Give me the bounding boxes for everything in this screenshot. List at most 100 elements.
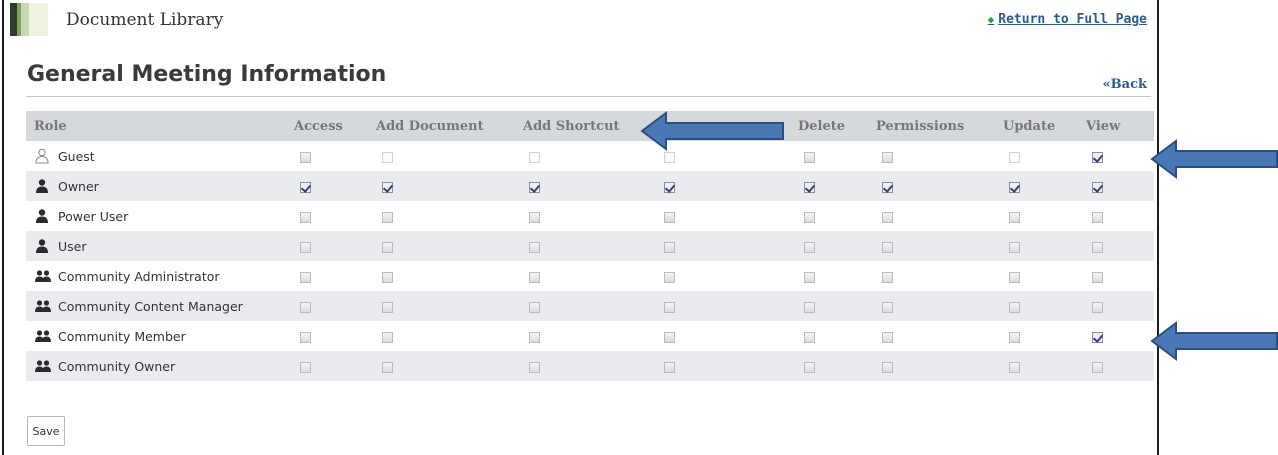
permission-checkbox[interactable] [882,241,893,253]
permission-checkbox[interactable] [300,271,311,283]
permission-checkbox[interactable] [664,331,675,343]
permission-checkbox[interactable] [382,271,393,283]
permission-checkbox[interactable] [882,151,893,163]
permission-checkbox[interactable] [1092,241,1103,253]
permission-checkbox[interactable] [882,271,893,283]
permission-cell [790,201,868,231]
permission-checkbox[interactable] [882,211,893,223]
permission-checkbox[interactable] [804,301,815,313]
column-header: Role [26,111,286,141]
permission-checkbox[interactable] [529,271,540,283]
permission-checkbox[interactable] [1009,331,1020,343]
permission-checkbox[interactable] [382,181,393,193]
permission-checkbox[interactable] [300,241,311,253]
group-icon [34,358,51,374]
permission-checkbox[interactable] [529,211,540,223]
permission-checkbox[interactable] [804,181,815,193]
permission-cell [868,291,995,321]
permission-checkbox[interactable] [804,241,815,253]
portlet-frame: Document Library ◆ Return to Full Page G… [2,0,1159,455]
permission-cell [650,171,790,201]
permission-checkbox[interactable] [804,361,815,373]
permissions-table: Role Access Add Document Add Shortcut De… [26,111,1154,381]
permission-checkbox[interactable] [300,151,311,163]
permission-cell [515,291,650,321]
table-row: Guest [26,141,1154,171]
permission-checkbox[interactable] [529,301,540,313]
permission-checkbox[interactable] [382,331,393,343]
permission-cell [1078,171,1154,201]
role-name: Power User [58,208,129,224]
role-cell: Owner [26,171,286,201]
permission-checkbox[interactable] [804,151,815,163]
permission-checkbox[interactable] [882,361,893,373]
permission-checkbox[interactable] [1009,271,1020,283]
role-cell: User [26,231,286,261]
role-cell: Community Content Manager [26,291,286,321]
permission-checkbox[interactable] [529,361,540,373]
permission-checkbox[interactable] [882,331,893,343]
role-cell: Power User [26,201,286,231]
permission-checkbox[interactable] [300,361,311,373]
permission-checkbox[interactable] [300,181,311,193]
permission-checkbox[interactable] [300,331,311,343]
role-cell: Guest [26,141,286,171]
permission-checkbox[interactable] [1009,241,1020,253]
column-header: View [1078,111,1154,141]
permission-checkbox[interactable] [1092,211,1103,223]
permission-checkbox[interactable] [882,181,893,193]
permission-checkbox[interactable] [529,241,540,253]
permission-checkbox[interactable] [1092,301,1103,313]
permission-cell [650,351,790,381]
permission-checkbox[interactable] [382,241,393,253]
role-cell: Community Owner [26,351,286,381]
permission-checkbox[interactable] [300,301,311,313]
permission-checkbox[interactable] [382,361,393,373]
permission-cell [995,321,1078,351]
permission-checkbox[interactable] [664,361,675,373]
permission-checkbox[interactable] [1009,361,1020,373]
permission-checkbox[interactable] [1009,181,1020,193]
role-name: Community Member [58,328,186,344]
return-to-full-page-link[interactable]: ◆ Return to Full Page [988,12,1147,27]
permission-checkbox [1009,151,1020,163]
permission-cell [995,141,1078,171]
permission-checkbox[interactable] [1009,211,1020,223]
permission-checkbox[interactable] [529,181,540,193]
permission-checkbox[interactable] [664,241,675,253]
permission-checkbox[interactable] [804,271,815,283]
permission-cell [515,201,650,231]
back-link[interactable]: «Back [1103,77,1147,92]
permission-checkbox[interactable] [804,331,815,343]
permission-cell [790,351,868,381]
permission-checkbox[interactable] [1092,181,1103,193]
permission-checkbox[interactable] [882,301,893,313]
permission-checkbox[interactable] [664,301,675,313]
permission-checkbox[interactable] [382,301,393,313]
permission-cell [1078,231,1154,261]
permission-cell [368,291,515,321]
table-row: Community Owner [26,351,1154,381]
role-name: User [58,238,87,254]
permission-checkbox[interactable] [1092,361,1103,373]
permission-cell [868,141,995,171]
return-link-label: Return to Full Page [998,12,1147,27]
permission-checkbox[interactable] [1009,301,1020,313]
save-button[interactable]: Save [27,416,65,446]
permission-cell [868,321,995,351]
permission-checkbox[interactable] [382,211,393,223]
permission-cell [286,231,368,261]
permission-checkbox[interactable] [664,211,675,223]
permission-checkbox[interactable] [1092,331,1103,343]
permission-checkbox[interactable] [529,331,540,343]
table-row: Community Content Manager [26,291,1154,321]
permission-checkbox[interactable] [1092,271,1103,283]
permission-checkbox[interactable] [300,211,311,223]
permission-cell [368,321,515,351]
permission-cell [286,261,368,291]
permission-checkbox[interactable] [1092,151,1103,163]
permission-checkbox[interactable] [804,211,815,223]
permission-checkbox[interactable] [664,271,675,283]
permission-cell [286,321,368,351]
permission-checkbox[interactable] [664,181,675,193]
